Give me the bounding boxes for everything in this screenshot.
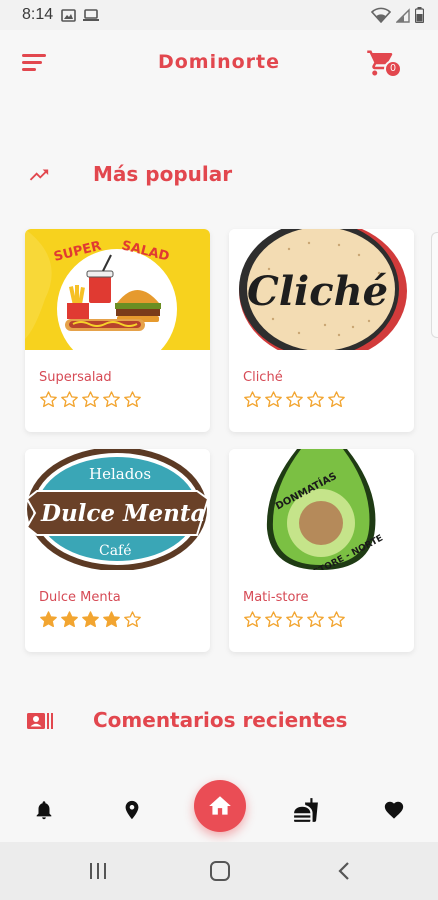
status-bar: 8:14 bbox=[0, 0, 438, 30]
heart-icon bbox=[384, 801, 404, 819]
recent-comments-section-header: Comentarios recientes bbox=[0, 702, 438, 742]
star-outline-icon bbox=[265, 611, 282, 628]
star-outline-icon bbox=[124, 611, 141, 628]
svg-text:Café: Café bbox=[99, 543, 132, 559]
rating-stars bbox=[243, 390, 346, 409]
star-outline-icon bbox=[244, 391, 261, 408]
bottom-navigation bbox=[0, 776, 438, 842]
store-card-supersalad[interactable]: SUPER SALAD Supersalad bbox=[25, 229, 210, 432]
mati-store-logo: DONMATÍAS STORE - NORTE bbox=[229, 449, 414, 570]
laptop-notification-icon bbox=[83, 8, 100, 21]
home-nav-button[interactable] bbox=[194, 780, 246, 832]
home-icon bbox=[209, 796, 231, 815]
square-home-icon bbox=[210, 861, 230, 881]
location-pin-icon bbox=[125, 800, 139, 820]
cart-count-badge: 0 bbox=[384, 60, 402, 78]
recent-apps-button[interactable] bbox=[84, 858, 112, 884]
status-time: 8:14 bbox=[22, 6, 54, 23]
recent-comments-section-title: Comentarios recientes bbox=[93, 708, 348, 732]
star-outline-icon bbox=[328, 611, 345, 628]
popular-section-header: Más popular bbox=[0, 156, 438, 196]
dulce-menta-logo: Helados Dulce Menta Café bbox=[25, 449, 210, 570]
star-outline-icon bbox=[124, 391, 141, 408]
store-name: Dulce Menta bbox=[39, 590, 121, 605]
wifi-icon bbox=[371, 7, 391, 23]
star-outline-icon bbox=[328, 391, 345, 408]
bell-icon bbox=[36, 801, 52, 820]
scroll-edge-indicator bbox=[431, 232, 438, 338]
food-nav-button[interactable] bbox=[292, 796, 320, 824]
chevron-left-icon bbox=[338, 862, 349, 880]
star-outline-icon bbox=[61, 391, 78, 408]
back-button[interactable] bbox=[330, 858, 358, 884]
store-name: Cliché bbox=[243, 370, 283, 385]
star-outline-icon bbox=[307, 611, 324, 628]
signal-icon bbox=[396, 7, 410, 23]
store-card-cliche[interactable]: Cliché Cliché bbox=[229, 229, 414, 432]
notifications-nav-button[interactable] bbox=[30, 796, 58, 824]
rating-stars bbox=[39, 610, 142, 629]
popular-section-title: Más popular bbox=[93, 162, 233, 186]
app-bar: Dominorte 0 bbox=[0, 30, 438, 96]
favorites-nav-button[interactable] bbox=[380, 796, 408, 824]
rating-stars bbox=[39, 390, 142, 409]
star-filled-icon bbox=[40, 611, 57, 628]
cart-button[interactable]: 0 bbox=[366, 48, 404, 82]
recent-apps-icon bbox=[90, 863, 106, 879]
star-outline-icon bbox=[244, 611, 261, 628]
system-home-button[interactable] bbox=[206, 858, 234, 884]
svg-text:Dulce Menta: Dulce Menta bbox=[40, 500, 205, 527]
star-filled-icon bbox=[61, 611, 78, 628]
star-outline-icon bbox=[40, 391, 57, 408]
store-card-dulce-menta[interactable]: Helados Dulce Menta Café Dulce Menta bbox=[25, 449, 210, 652]
star-filled-icon bbox=[82, 611, 99, 628]
supersalad-logo: SUPER SALAD bbox=[25, 229, 210, 350]
star-outline-icon bbox=[265, 391, 282, 408]
star-outline-icon bbox=[286, 611, 303, 628]
fastfood-icon bbox=[294, 798, 318, 822]
trending-up-icon bbox=[29, 169, 49, 181]
contact-card-icon bbox=[27, 713, 53, 729]
svg-text:Helados: Helados bbox=[89, 465, 151, 483]
star-outline-icon bbox=[82, 391, 99, 408]
image-notification-icon bbox=[61, 8, 76, 22]
location-nav-button[interactable] bbox=[118, 796, 146, 824]
system-navigation-bar bbox=[0, 842, 438, 900]
star-outline-icon bbox=[103, 391, 120, 408]
store-name: Mati-store bbox=[243, 590, 309, 605]
store-card-mati-store[interactable]: DONMATÍAS STORE - NORTE Mati-store bbox=[229, 449, 414, 652]
cliche-logo: Cliché bbox=[229, 229, 414, 350]
battery-icon bbox=[415, 7, 424, 23]
star-filled-icon bbox=[103, 611, 120, 628]
star-outline-icon bbox=[286, 391, 303, 408]
star-outline-icon bbox=[307, 391, 324, 408]
store-name: Supersalad bbox=[39, 370, 112, 385]
svg-text:Cliché: Cliché bbox=[247, 268, 388, 315]
rating-stars bbox=[243, 610, 346, 629]
